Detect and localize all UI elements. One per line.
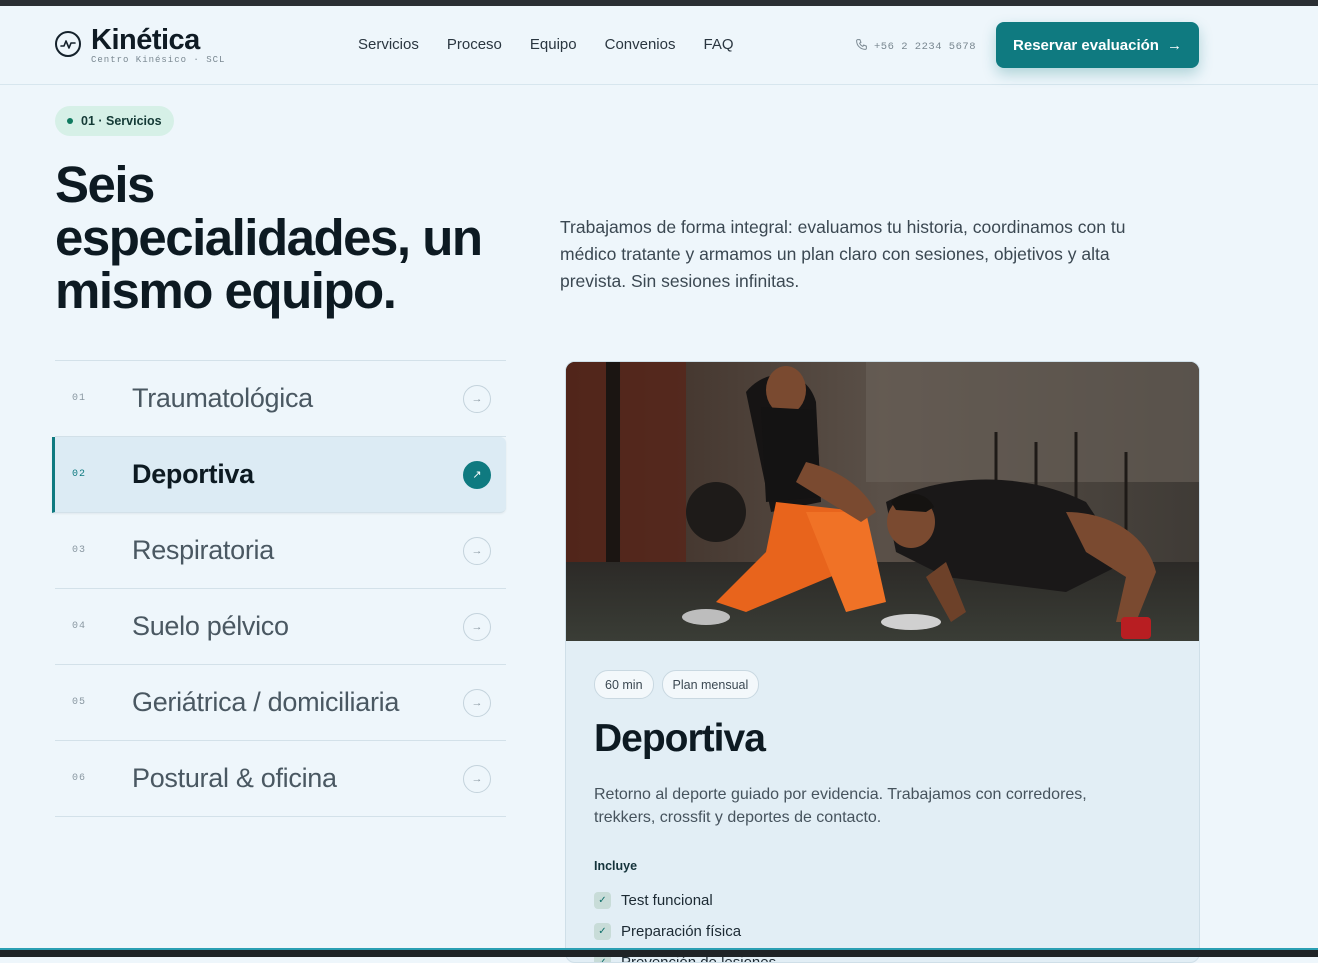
service-item-deportiva[interactable]: 02 Deportiva ↗ xyxy=(52,437,506,513)
includes-item-label: Test funcional xyxy=(621,892,713,909)
includes-item: ✓ Test funcional xyxy=(594,885,1174,916)
book-evaluation-button[interactable]: Reservar evaluación → xyxy=(996,22,1199,68)
check-icon: ✓ xyxy=(594,892,611,909)
service-tags: 60 min Plan mensual xyxy=(594,670,1174,699)
service-item-suelo-pelvico[interactable]: 04 Suelo pélvico → xyxy=(55,589,506,665)
service-item-traumatologica[interactable]: 01 Traumatológica → xyxy=(55,361,506,437)
service-number: 02 xyxy=(72,469,87,480)
service-item-postural[interactable]: 06 Postural & oficina → xyxy=(55,741,506,817)
window-bottom-edge xyxy=(0,948,1318,957)
nav-link-faq[interactable]: FAQ xyxy=(704,36,734,53)
service-detail-description: Retorno al deporte guiado por evidencia.… xyxy=(594,786,1087,826)
service-number: 01 xyxy=(72,393,87,404)
service-name: Suelo pélvico xyxy=(132,611,289,641)
service-name: Traumatológica xyxy=(132,383,313,413)
nav-link-convenios[interactable]: Convenios xyxy=(605,36,676,53)
includes-item-label: Preparación física xyxy=(621,923,742,940)
service-name: Postural & oficina xyxy=(132,763,337,793)
section-eyebrow: 01 · Servicios xyxy=(55,106,174,136)
includes-label: Incluye xyxy=(594,859,638,873)
nav-link-proceso[interactable]: Proceso xyxy=(447,36,502,53)
dot-icon xyxy=(67,118,73,124)
services-list: 01 Traumatológica → 02 Deportiva ↗ 03 Re… xyxy=(52,360,506,817)
nav-link-servicios[interactable]: Servicios xyxy=(358,36,419,53)
service-number: 05 xyxy=(72,697,87,708)
service-detail-title: Deportiva xyxy=(594,717,766,760)
arrow-right-icon: → xyxy=(463,764,491,793)
arrow-right-icon: → xyxy=(463,612,491,641)
service-number: 03 xyxy=(72,545,87,556)
phone-icon xyxy=(855,38,868,55)
check-icon: ✓ xyxy=(594,923,611,940)
book-evaluation-label: Reservar evaluación xyxy=(1013,36,1159,54)
service-name: Deportiva xyxy=(132,459,254,489)
brand-logo[interactable]: Kinética Centro Kinésico · SCL xyxy=(55,26,225,65)
arrow-right-icon: → xyxy=(463,688,491,717)
brand-name: Kinética xyxy=(91,24,200,56)
arrow-right-icon: → xyxy=(463,384,491,413)
nav-link-equipo[interactable]: Equipo xyxy=(530,36,577,53)
service-name: Respiratoria xyxy=(132,535,274,565)
arrow-right-icon: → xyxy=(463,536,491,565)
service-number: 06 xyxy=(72,773,87,784)
phone-link[interactable]: +56 2 2234 5678 xyxy=(855,38,976,55)
main-nav: Servicios Proceso Equipo Convenios FAQ xyxy=(358,36,734,53)
brand-tagline: Centro Kinésico · SCL xyxy=(91,55,226,65)
service-detail-card: 60 min Plan mensual Deportiva Retorno al… xyxy=(565,361,1200,963)
phone-number: +56 2 2234 5678 xyxy=(874,40,977,53)
section-title: Seis especialidades, un mismo equipo. xyxy=(55,156,483,319)
service-number: 04 xyxy=(72,621,87,632)
service-item-geriatrica[interactable]: 05 Geriátrica / domiciliaria → xyxy=(55,665,506,741)
pulse-icon xyxy=(55,31,81,57)
includes-item: ✓ Preparación física xyxy=(594,916,1174,947)
plan-chip: Plan mensual xyxy=(661,670,760,699)
arrow-right-icon: → xyxy=(1166,36,1182,54)
section-eyebrow-label: 01 · Servicios xyxy=(81,114,162,128)
service-detail-body: 60 min Plan mensual Deportiva Retorno al… xyxy=(594,670,1174,962)
section-description: Trabajamos de forma integral: evaluamos … xyxy=(560,217,1126,291)
duration-chip: 60 min xyxy=(594,670,654,699)
service-photo xyxy=(566,362,1199,641)
site-header: Kinética Centro Kinésico · SCL Servicios… xyxy=(0,6,1318,85)
service-name: Geriátrica / domiciliaria xyxy=(132,687,400,717)
service-item-respiratoria[interactable]: 03 Respiratoria → xyxy=(55,513,506,589)
arrow-up-right-icon: ↗ xyxy=(463,460,491,489)
